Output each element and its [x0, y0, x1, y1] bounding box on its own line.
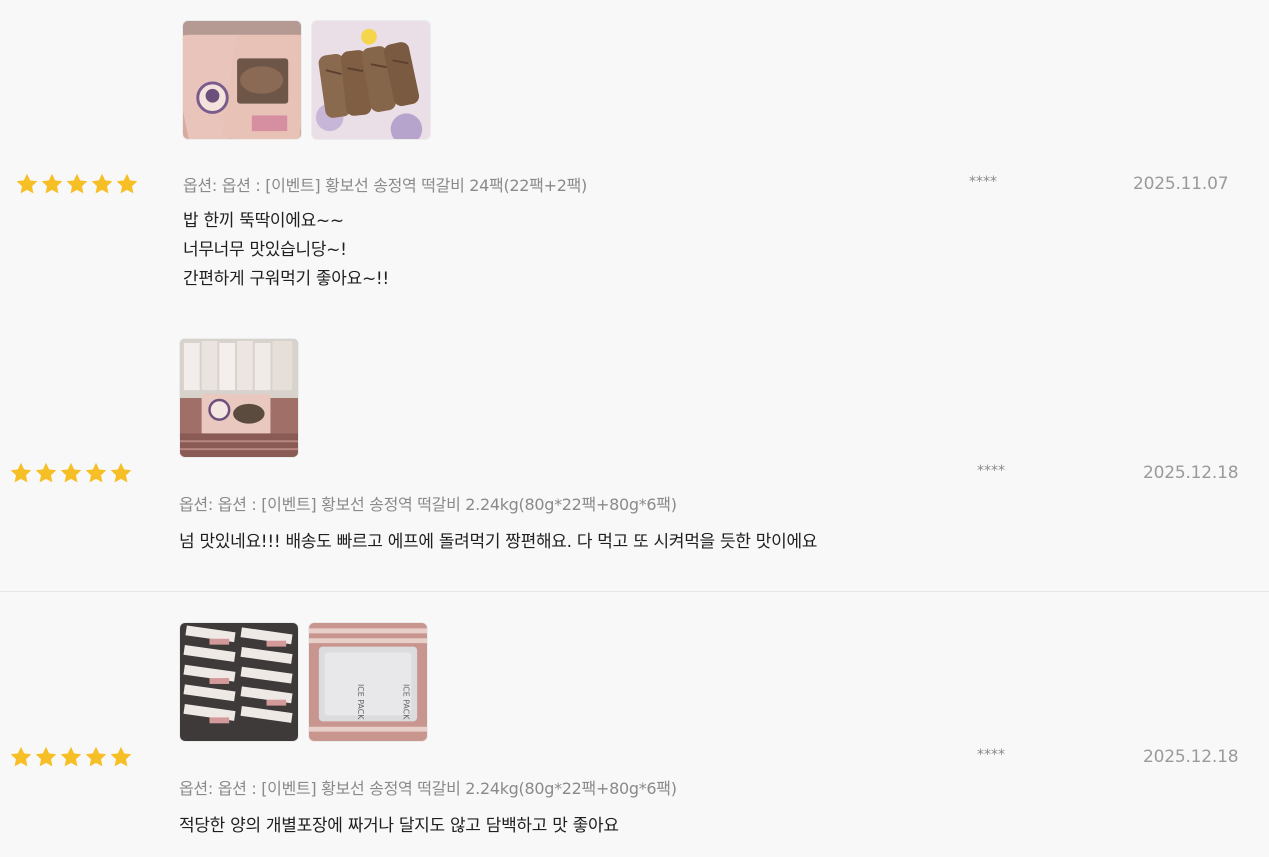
- review-text-line: 간편하게 구워먹기 좋아요~!!: [183, 269, 389, 289]
- review-photo-package[interactable]: [182, 20, 302, 140]
- review-option: 옵션: 옵션 : [이벤트] 황보선 송정역 떡갈비 2.24kg(80g*22…: [179, 495, 677, 514]
- review-text-line: 넘 맛있네요!!! 배송도 빠르고 에프에 돌려먹기 짱편해요. 다 먹고 또 …: [179, 532, 818, 552]
- star-icon: [34, 745, 58, 769]
- review-photo-box-contents[interactable]: [179, 338, 299, 458]
- rating-stars: [9, 461, 133, 485]
- review-photos: ICE PACK ICE PACK: [179, 622, 428, 742]
- star-icon: [9, 461, 33, 485]
- star-icon: [109, 461, 133, 485]
- review-date: 2025.11.07: [1133, 174, 1229, 194]
- review-option: 옵션: 옵션 : [이벤트] 황보선 송정역 떡갈비 24팩(22팩+2팩): [183, 176, 587, 195]
- star-icon: [109, 745, 133, 769]
- reviewer-name: ****: [977, 463, 1005, 479]
- review-photos: [182, 20, 431, 140]
- review-text: 넘 맛있네요!!! 배송도 빠르고 에프에 돌려먹기 짱편해요. 다 먹고 또 …: [179, 528, 817, 557]
- star-icon: [40, 172, 64, 196]
- review-text-line: 적당한 양의 개별포장에 짜거나 달지도 않고 담백하고 맛 좋아요: [179, 816, 619, 836]
- ice-pack-label: ICE PACK: [401, 684, 410, 720]
- review-item: ICE PACK ICE PACK 옵션: 옵션 : [이벤트] 황보선 송정역…: [0, 592, 1269, 857]
- star-icon: [59, 461, 83, 485]
- star-icon: [34, 461, 58, 485]
- review-text: 밥 한끼 뚝딱이에요~~ 너무너무 맛있습니당~! 간편하게 구워먹기 좋아요~…: [183, 207, 389, 294]
- review-text-line: 너무너무 맛있습니당~!: [183, 240, 347, 260]
- review-date: 2025.12.18: [1143, 747, 1239, 767]
- review-photo-grilled-galbi[interactable]: [311, 20, 431, 140]
- star-icon: [84, 461, 108, 485]
- review-item: 옵션: 옵션 : [이벤트] 황보선 송정역 떡갈비 2.24kg(80g*22…: [0, 320, 1269, 590]
- review-text-line: 밥 한끼 뚝딱이에요~~: [183, 211, 344, 231]
- star-icon: [9, 745, 33, 769]
- rating-stars: [15, 172, 139, 196]
- star-icon: [59, 745, 83, 769]
- reviewer-name: ****: [977, 747, 1005, 763]
- review-text: 적당한 양의 개별포장에 짜거나 달지도 않고 담백하고 맛 좋아요: [179, 812, 619, 841]
- review-photos: [179, 338, 299, 458]
- review-date: 2025.12.18: [1143, 463, 1239, 483]
- review-photo-ice-pack[interactable]: ICE PACK ICE PACK: [308, 622, 428, 742]
- star-icon: [90, 172, 114, 196]
- rating-stars: [9, 745, 133, 769]
- review-photo-packs-in-box[interactable]: [179, 622, 299, 742]
- star-icon: [65, 172, 89, 196]
- ice-pack-label: ICE PACK: [356, 684, 365, 720]
- review-option: 옵션: 옵션 : [이벤트] 황보선 송정역 떡갈비 2.24kg(80g*22…: [179, 779, 677, 798]
- star-icon: [115, 172, 139, 196]
- reviewer-name: ****: [969, 174, 997, 190]
- review-item: 옵션: 옵션 : [이벤트] 황보선 송정역 떡갈비 24팩(22팩+2팩) *…: [0, 0, 1269, 320]
- star-icon: [84, 745, 108, 769]
- star-icon: [15, 172, 39, 196]
